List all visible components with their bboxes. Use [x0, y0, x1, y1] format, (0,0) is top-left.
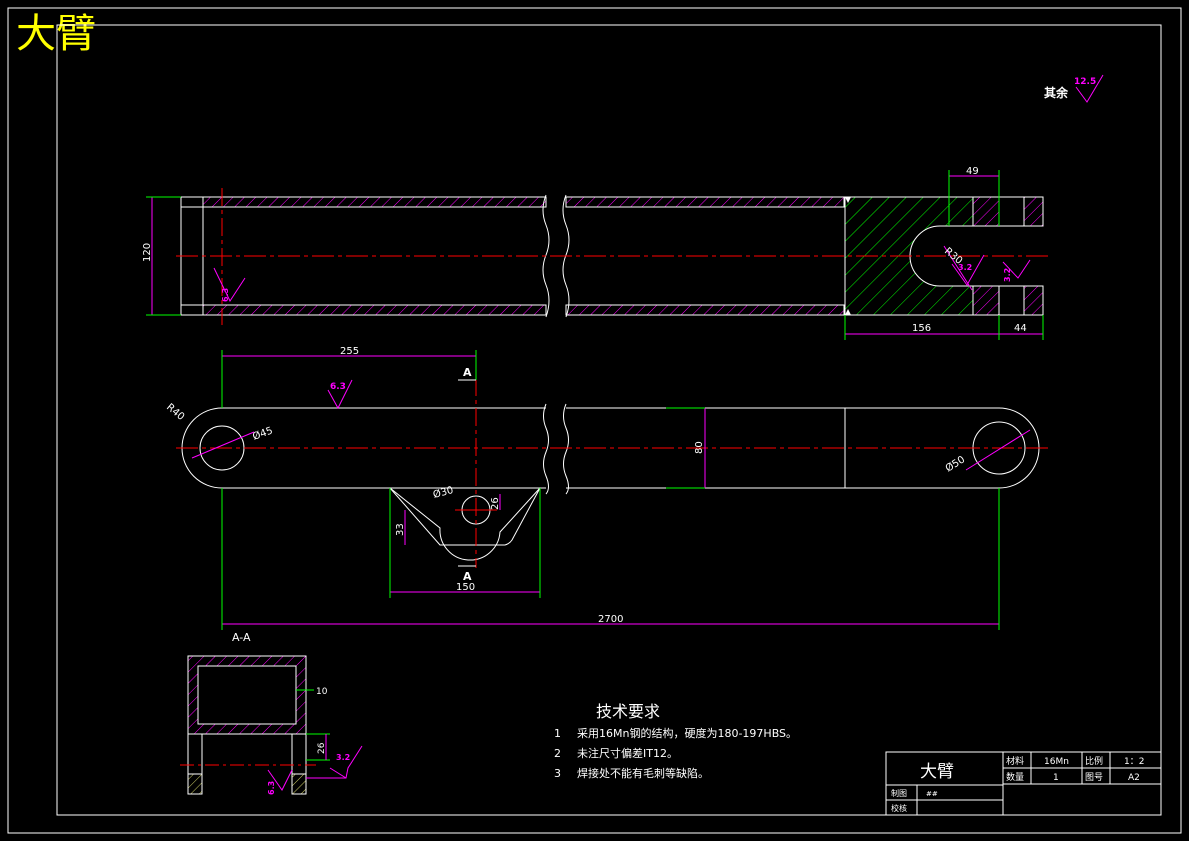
svg-text:26: 26	[490, 497, 501, 510]
tech-requirements: 技术要求 1 采用16Mn钢的结构，硬度为180-197HBS。 2 未注尺寸偏…	[554, 702, 797, 780]
svg-text:156: 156	[912, 323, 931, 334]
svg-text:3.2: 3.2	[958, 263, 972, 272]
svg-text:120: 120	[142, 243, 153, 262]
svg-text:12.5: 12.5	[1074, 77, 1096, 87]
svg-text:255: 255	[340, 346, 359, 357]
svg-text:2: 2	[554, 747, 561, 760]
svg-text:1: 1	[554, 727, 561, 740]
svg-text:焊接处不能有毛刺等缺陷。: 焊接处不能有毛刺等缺陷。	[577, 766, 709, 780]
svg-text:图号: 图号	[1085, 772, 1103, 783]
svg-text:33: 33	[395, 523, 406, 536]
drawing-sheet: 大臂 其余 12.5 120 49 R30 156 44 6.3 3.2 3.2…	[0, 0, 1189, 841]
svg-text:技术要求: 技术要求	[596, 702, 660, 721]
svg-text:150: 150	[456, 582, 475, 593]
svg-text:##: ##	[926, 790, 938, 798]
cad-canvas: 其余 12.5 120 49 R30 156 44 6.3 3.2 3.2 25…	[7, 7, 1182, 834]
svg-text:其余: 其余	[1044, 85, 1069, 100]
svg-text:A-A: A-A	[232, 631, 251, 644]
svg-text:A: A	[463, 366, 472, 379]
svg-text:44: 44	[1014, 323, 1027, 334]
outer-frame	[7, 7, 1182, 834]
svg-text:3.2: 3.2	[336, 753, 350, 762]
svg-text:未注尺寸偏差IT12。: 未注尺寸偏差IT12。	[577, 746, 678, 760]
svg-text:制图: 制图	[891, 788, 907, 798]
svg-text:比例: 比例	[1085, 755, 1103, 767]
svg-text:Ø50: Ø50	[943, 453, 967, 474]
svg-text:Ø45: Ø45	[251, 424, 274, 442]
svg-text:6.3: 6.3	[330, 382, 346, 392]
svg-text:6.3: 6.3	[221, 288, 230, 302]
svg-text:A: A	[463, 570, 472, 583]
top-view: 120 49 R30 156 44 6.3 3.2 3.2	[142, 166, 1048, 340]
svg-text:49: 49	[966, 166, 979, 177]
svg-text:数量: 数量	[1006, 771, 1024, 783]
svg-text:6.3: 6.3	[267, 781, 276, 795]
section-a-a: A-A 10 26 3.2 6.3	[180, 631, 363, 795]
svg-text:材料: 材料	[1006, 755, 1024, 767]
svg-text:采用16Mn钢的结构，硬度为180-197HBS。: 采用16Mn钢的结构，硬度为180-197HBS。	[577, 726, 797, 740]
svg-text:A2: A2	[1128, 773, 1140, 783]
svg-text:16Mn: 16Mn	[1044, 757, 1069, 767]
svg-text:2700: 2700	[598, 614, 623, 625]
svg-text:80: 80	[694, 441, 705, 454]
svg-text:3.2: 3.2	[1003, 268, 1012, 282]
svg-text:Ø30: Ø30	[432, 484, 455, 501]
svg-text:3: 3	[554, 767, 561, 780]
svg-text:10: 10	[316, 687, 328, 697]
svg-text:1: 1	[1053, 773, 1059, 783]
svg-text:大臂: 大臂	[920, 762, 954, 782]
svg-text:校核: 校核	[891, 803, 907, 813]
title-block: 大臂 材料 16Mn 比例 1：2 数量 1 图号 A2 制图 ## 校核	[885, 751, 1162, 816]
surface-rest-note: 其余 12.5	[1044, 74, 1104, 103]
front-view: 255 R40 Ø45 80 Ø50 Ø30 26 33 150 2700 A …	[164, 346, 1048, 630]
svg-text:R40: R40	[164, 402, 186, 423]
svg-text:1：2: 1：2	[1124, 757, 1144, 767]
svg-text:26: 26	[317, 742, 327, 754]
